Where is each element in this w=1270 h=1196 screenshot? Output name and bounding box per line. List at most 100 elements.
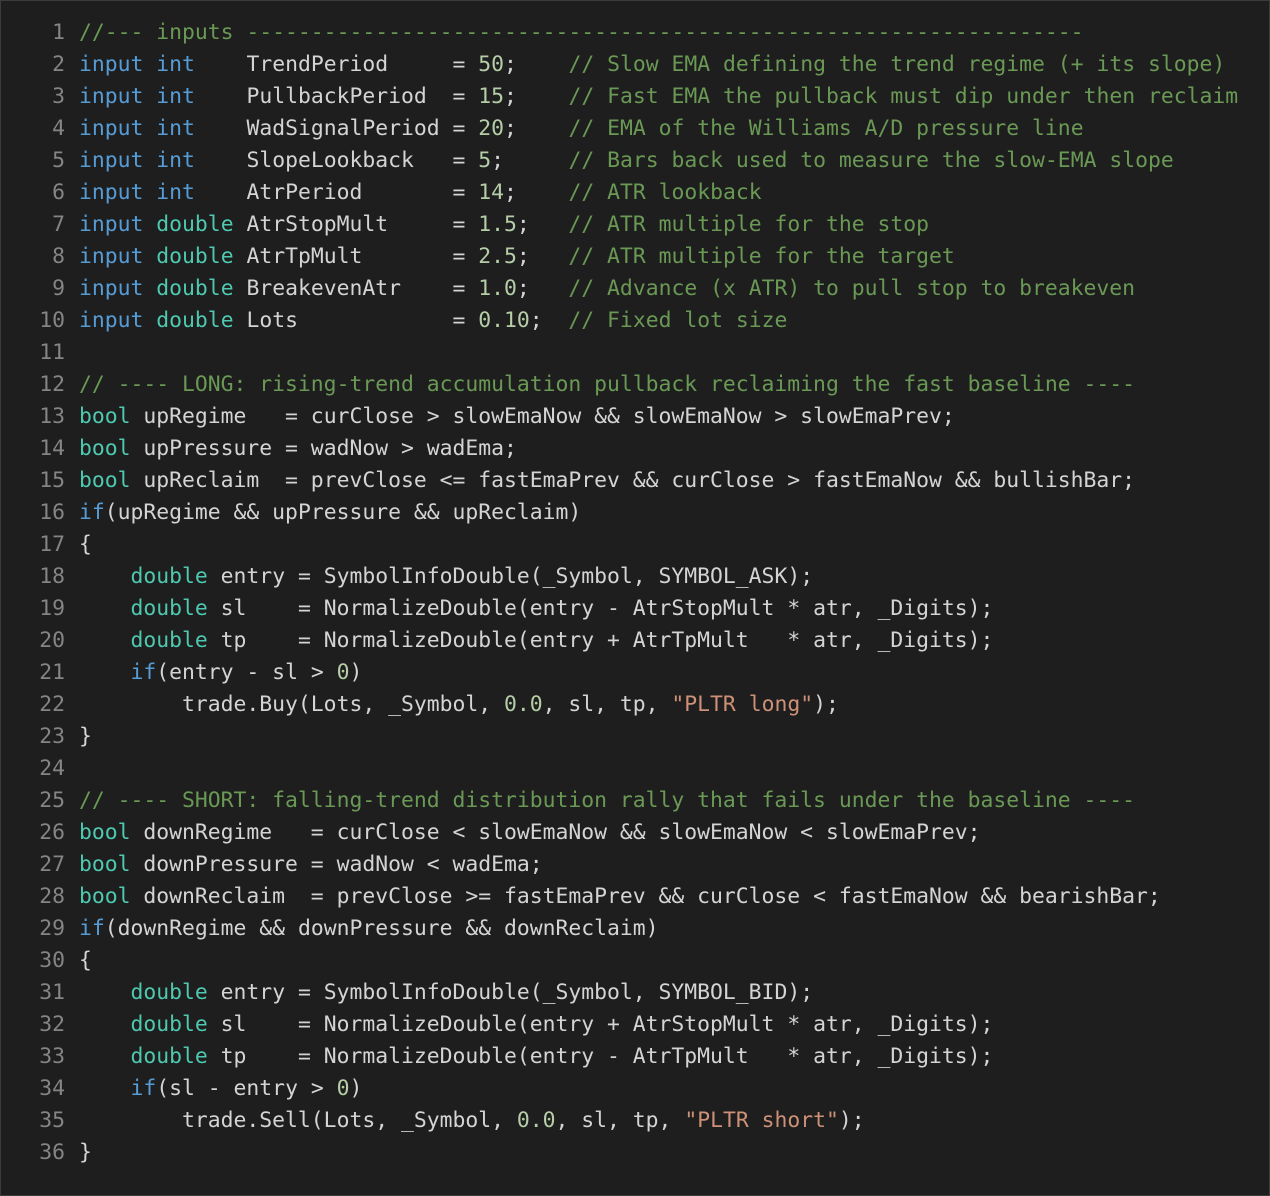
code-line[interactable]: 23} <box>1 721 1269 753</box>
code-token: input <box>79 212 144 237</box>
code-line[interactable]: 2 input int TrendPeriod = 50; // Slow EMA… <box>1 49 1269 81</box>
code-token: input <box>79 276 144 301</box>
code-text: bool upReclaim = prevClose <= fastEmaPre… <box>65 465 1135 497</box>
code-token: // Fixed lot size <box>568 308 788 333</box>
code-token: 0.0 <box>516 1108 556 1133</box>
line-number: 23 <box>39 724 65 749</box>
code-text: bool upPressure = wadNow > wadEma; <box>65 433 517 465</box>
code-line[interactable]: 3 input int PullbackPeriod = 15; // Fast … <box>1 81 1269 113</box>
code-token: 0 <box>336 660 350 685</box>
line-number: 14 <box>39 436 65 461</box>
code-line[interactable]: 34 if(sl - entry > 0) <box>1 1073 1269 1105</box>
code-line[interactable]: 7 input double AtrStopMult = 1.5; // ATR … <box>1 209 1269 241</box>
line-number: 1 <box>52 20 65 45</box>
code-token: // ATR multiple for the stop <box>568 212 930 237</box>
code-token: ; <box>504 84 569 109</box>
code-line[interactable]: 25 // ---- SHORT: falling-trend distribut… <box>1 785 1269 817</box>
code-line[interactable]: 10 input double Lots = 0.10; // Fixed lot… <box>1 305 1269 337</box>
line-number: 22 <box>39 692 65 717</box>
code-token: // ATR multiple for the target <box>568 244 955 269</box>
line-number: 8 <box>52 244 65 269</box>
code-token: if <box>130 660 157 685</box>
code-token: downReclaim = prevClose >= fastEmaPrev &… <box>130 884 1161 909</box>
code-line[interactable]: 1 //--- inputs --------------------------… <box>1 17 1269 49</box>
code-token: ; <box>529 308 569 333</box>
code-token: entry = SymbolInfoDouble(_Symbol, SYMBOL… <box>207 564 814 589</box>
code-line[interactable]: 17 { <box>1 529 1269 561</box>
code-text: input int PullbackPeriod = 15; // Fast E… <box>65 81 1238 113</box>
code-token: // ---- SHORT: falling-trend distributio… <box>79 788 1136 813</box>
code-token: ; <box>504 180 569 205</box>
line-number: 5 <box>52 148 65 173</box>
line-number: 34 <box>39 1076 65 1101</box>
code-token: 20 <box>478 116 505 141</box>
code-token: // EMA of the Williams A/D pressure line <box>568 116 1084 141</box>
code-text: input double Lots = 0.10; // Fixed lot s… <box>65 305 787 337</box>
code-token: input <box>79 308 144 333</box>
code-text: double sl = NormalizeDouble(entry - AtrS… <box>65 593 994 625</box>
code-token: // Bars back used to measure the slow-EM… <box>568 148 1174 173</box>
code-line[interactable]: 24 <box>1 753 1269 785</box>
code-line[interactable]: 16 if(upRegime && upPressure && upReclaim… <box>1 497 1269 529</box>
code-token: if <box>79 916 105 941</box>
line-number: 18 <box>39 564 65 589</box>
code-line[interactable]: 8 input double AtrTpMult = 2.5; // ATR mu… <box>1 241 1269 273</box>
code-token: BreakevenAtr = <box>233 276 479 301</box>
code-line[interactable]: 29 if(downRegime && downPressure && downR… <box>1 913 1269 945</box>
line-number: 3 <box>52 84 65 109</box>
code-line[interactable]: 11 <box>1 337 1269 369</box>
code-line[interactable]: 14 bool upPressure = wadNow > wadEma; <box>1 433 1269 465</box>
line-number: 36 <box>39 1140 65 1165</box>
code-text: { <box>65 945 92 977</box>
line-number: 13 <box>39 404 65 429</box>
code-line[interactable]: 19 double sl = NormalizeDouble(entry - A… <box>1 593 1269 625</box>
code-line[interactable]: 9 input double BreakevenAtr = 1.0; // Adv… <box>1 273 1269 305</box>
code-line[interactable]: 18 double entry = SymbolInfoDouble(_Symb… <box>1 561 1269 593</box>
code-line[interactable]: 21 if(entry - sl > 0) <box>1 657 1269 689</box>
code-line[interactable]: 27 bool downPressure = wadNow < wadEma; <box>1 849 1269 881</box>
code-line[interactable]: 5 input int SlopeLookback = 5; // Bars ba… <box>1 145 1269 177</box>
code-token: (downRegime && downPressure && downRecla… <box>104 916 659 941</box>
code-token: } <box>79 1140 92 1165</box>
code-line[interactable]: 15 bool upReclaim = prevClose <= fastEmaP… <box>1 465 1269 497</box>
code-token: sl = NormalizeDouble(entry + AtrStopMult… <box>207 1012 994 1037</box>
code-line[interactable]: 4 input int WadSignalPeriod = 20; // EMA … <box>1 113 1269 145</box>
code-line[interactable]: 30 { <box>1 945 1269 977</box>
code-token: bool <box>79 852 131 877</box>
code-token: ; <box>504 116 569 141</box>
code-editor[interactable]: 1 //--- inputs --------------------------… <box>0 0 1270 1196</box>
code-line[interactable]: 33 double tp = NormalizeDouble(entry - A… <box>1 1041 1269 1073</box>
code-line[interactable]: 6 input int AtrPeriod = 14; // ATR lookba… <box>1 177 1269 209</box>
code-token: 50 <box>478 52 505 77</box>
code-token: AtrStopMult = <box>233 212 479 237</box>
code-line[interactable]: 31 double entry = SymbolInfoDouble(_Symb… <box>1 977 1269 1009</box>
code-token: (upRegime && upPressure && upReclaim) <box>104 500 582 525</box>
code-line[interactable]: 20 double tp = NormalizeDouble(entry + A… <box>1 625 1269 657</box>
code-token: "PLTR long" <box>671 692 814 717</box>
code-token: } <box>79 724 92 749</box>
code-line[interactable]: 36} <box>1 1137 1269 1169</box>
code-line[interactable]: 12 // ---- LONG: rising-trend accumulatio… <box>1 369 1269 401</box>
code-token: input <box>79 84 144 109</box>
line-number: 24 <box>39 756 65 781</box>
code-token: AtrPeriod = <box>194 180 479 205</box>
code-line[interactable]: 32 double sl = NormalizeDouble(entry + A… <box>1 1009 1269 1041</box>
code-line[interactable]: 26 bool downRegime = curClose < slowEmaNo… <box>1 817 1269 849</box>
code-text: if(entry - sl > 0) <box>65 657 363 689</box>
code-token: entry = SymbolInfoDouble(_Symbol, SYMBOL… <box>207 980 814 1005</box>
code-token: int <box>156 148 195 173</box>
code-line[interactable]: 13 bool upRegime = curClose > slowEmaNow … <box>1 401 1269 433</box>
code-line[interactable]: 22 trade.Buy(Lots, _Symbol, 0.0, sl, tp,… <box>1 689 1269 721</box>
code-line[interactable]: 28 bool downReclaim = prevClose >= fastEm… <box>1 881 1269 913</box>
code-token: //--- inputs ---------------------------… <box>79 20 1084 45</box>
code-token: input <box>79 52 144 77</box>
code-text: input int WadSignalPeriod = 20; // EMA o… <box>65 113 1084 145</box>
code-line[interactable]: 35 trade.Sell(Lots, _Symbol, 0.0, sl, tp… <box>1 1105 1269 1137</box>
line-number: 30 <box>39 948 65 973</box>
